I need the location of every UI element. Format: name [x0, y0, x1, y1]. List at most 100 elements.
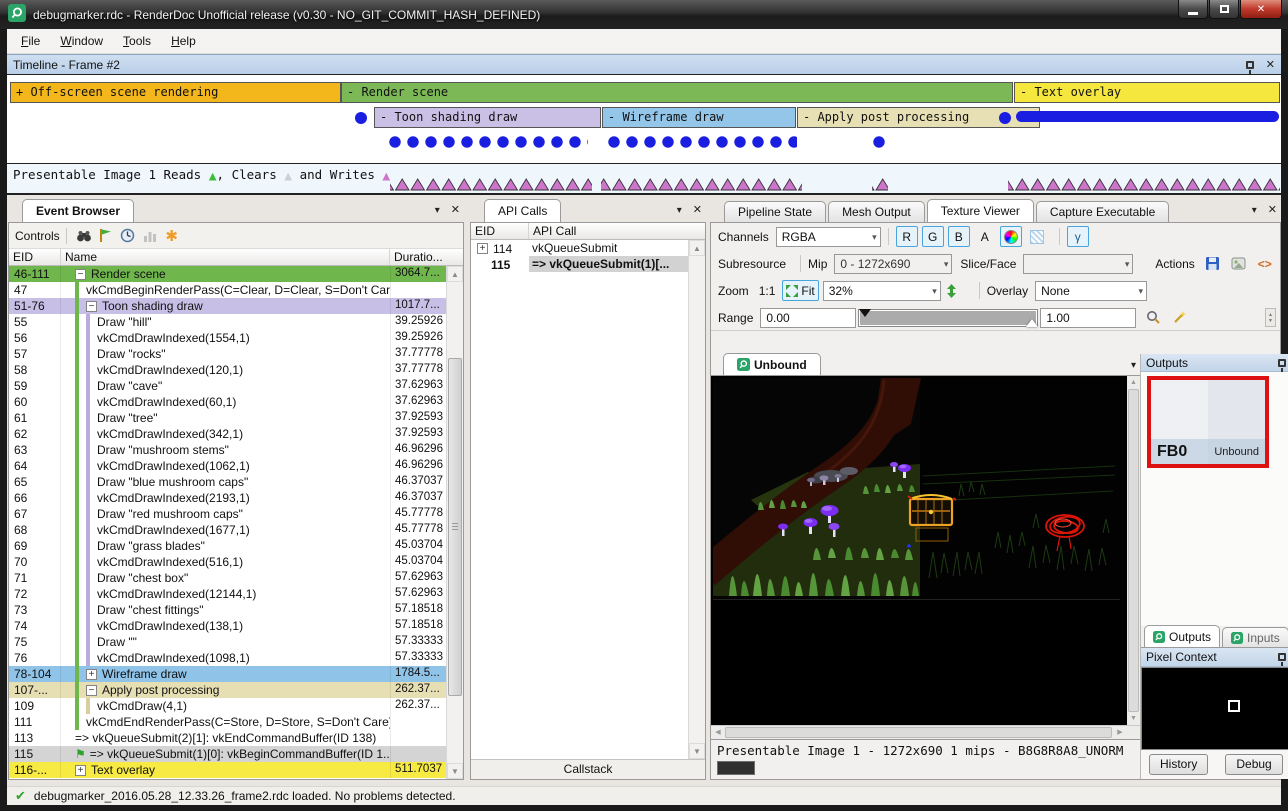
event-row[interactable]: 61 ⚑ Draw "tree" 37.92593 [9, 410, 446, 426]
event-row[interactable]: 56 ⚑ vkCmdDrawIndexed(1554,1) 39.25926 [9, 330, 446, 346]
gamma-toggle[interactable]: γ [1067, 226, 1089, 247]
timeline-bar-wireframe[interactable]: - Wireframe draw [602, 107, 796, 128]
tree-expander-icon[interactable]: + [477, 243, 488, 254]
timeline-bar-toon-shading[interactable]: - Toon shading draw [374, 107, 601, 128]
menu-file[interactable]: File [11, 30, 50, 52]
api-call-row-selected[interactable]: 115 => vkQueueSubmit(1)[... [471, 256, 705, 272]
minimize-button[interactable] [1178, 0, 1208, 19]
autofit-range-button[interactable] [1142, 307, 1164, 328]
alpha-channel-toggle[interactable]: A [974, 226, 996, 247]
timeline-panel[interactable]: + Off-screen scene rendering - Render sc… [7, 74, 1281, 195]
range-min-handle[interactable] [859, 309, 871, 317]
timeline-bar-text-overlay[interactable]: - Text overlay [1014, 82, 1280, 103]
history-button[interactable]: History [1149, 754, 1208, 775]
event-row[interactable]: 115 ⚑ => vkQueueSubmit(1)[0]: vkBeginCom… [9, 746, 446, 762]
blue-channel-toggle[interactable]: B [948, 226, 970, 247]
timeline-close-icon[interactable]: ✕ [1266, 58, 1275, 71]
scroll-up-icon[interactable]: ▲ [1127, 376, 1140, 389]
event-row[interactable]: 58 ⚑ vkCmdDrawIndexed(120,1) 37.77778 [9, 362, 446, 378]
scrollbar-thumb[interactable] [1128, 389, 1139, 712]
scrollbar-thumb[interactable] [448, 358, 462, 696]
scroll-up-icon[interactable]: ▲ [689, 240, 705, 256]
range-min-input[interactable]: 0.00 [760, 308, 856, 328]
event-browser-header[interactable]: EID Name Duratio... [9, 249, 463, 266]
timeline-bar-offscreen[interactable]: + Off-screen scene rendering [10, 82, 341, 103]
api-call-row[interactable]: + 114 vkQueueSubmit [471, 240, 705, 256]
pixel-context-view[interactable] [1141, 667, 1288, 750]
panel-close-icon[interactable]: ✕ [451, 204, 460, 216]
event-row[interactable]: 69 ⚑ Draw "grass blades" 45.03704 [9, 538, 446, 554]
overlay-select[interactable]: None ▾ [1035, 281, 1147, 301]
pin-icon[interactable] [1278, 359, 1286, 367]
column-eid[interactable]: EID [9, 249, 61, 265]
range-slider[interactable] [858, 309, 1038, 327]
tree-expander-icon[interactable]: − [75, 269, 86, 280]
event-row[interactable]: 71 ⚑ Draw "chest box" 57.62963 [9, 570, 446, 586]
tree-expander-icon[interactable]: − [86, 685, 97, 696]
tree-expander-icon[interactable]: + [75, 765, 86, 776]
fb0-thumbnail[interactable]: FB0 Unbound [1147, 376, 1269, 468]
event-row[interactable]: 47 ⚑ vkCmdBeginRenderPass(C=Clear, D=Cle… [9, 282, 446, 298]
texture-tab-unbound[interactable]: Unbound [723, 353, 821, 375]
zoom-fit-button[interactable]: Fit [782, 280, 818, 301]
event-browser-scrollbar[interactable]: ▲ ▼ [446, 266, 463, 779]
column-api-call[interactable]: API Call [529, 223, 705, 239]
event-row[interactable]: 59 ⚑ Draw "cave" 37.62963 [9, 378, 446, 394]
callstack-section[interactable]: Callstack [471, 759, 705, 779]
event-row[interactable]: 76 ⚑ vkCmdDrawIndexed(1098,1) 57.33333 [9, 650, 446, 666]
window-titlebar[interactable]: debugmarker.rdc - RenderDoc Unofficial r… [0, 0, 1288, 29]
find-event-button[interactable] [73, 226, 95, 246]
close-button[interactable]: ✕ [1240, 0, 1282, 19]
event-row[interactable]: 67 ⚑ Draw "red mushroom caps" 45.77778 [9, 506, 446, 522]
scrollbar-thumb[interactable] [725, 727, 1112, 738]
column-eid[interactable]: EID [471, 223, 529, 239]
event-row[interactable]: 60 ⚑ vkCmdDrawIndexed(60,1) 37.62963 [9, 394, 446, 410]
tab-api-calls[interactable]: API Calls [484, 199, 561, 222]
scroll-down-icon[interactable]: ▼ [689, 743, 705, 759]
menu-window[interactable]: Window [50, 30, 113, 52]
event-row[interactable]: 116-... + ⚑ Text overlay 511.7037 [9, 762, 446, 778]
column-name[interactable]: Name [61, 249, 390, 265]
tab-texture-viewer[interactable]: Texture Viewer [927, 199, 1034, 222]
tab-capture-executable[interactable]: Capture Executable [1036, 201, 1169, 222]
toolbar-overflow-button[interactable]: ▲▼ [1265, 308, 1276, 327]
event-row[interactable]: 65 ⚑ Draw "blue mushroom caps" 46.37037 [9, 474, 446, 490]
event-row[interactable]: 109 ⚑ vkCmdDraw(4,1) 262.37... [9, 698, 446, 714]
event-row[interactable]: 111 ⚑ vkCmdEndRenderPass(C=Store, D=Stor… [9, 714, 446, 730]
histogram-wand-button[interactable] [1168, 307, 1190, 328]
texture-horizontal-scrollbar[interactable]: ◀ ▶ [711, 725, 1140, 739]
scroll-left-icon[interactable]: ◀ [711, 726, 725, 739]
draw-dots-toon[interactable] [388, 136, 588, 149]
event-row[interactable]: 64 ⚑ vkCmdDrawIndexed(1062,1) 46.96296 [9, 458, 446, 474]
menu-help[interactable]: Help [161, 30, 206, 52]
panel-menu-icon[interactable]: ▾ [1252, 205, 1257, 216]
panel-menu-icon[interactable]: ▾ [435, 205, 440, 216]
slice-face-select[interactable]: ▾ [1023, 254, 1133, 274]
draw-dots-wireframe[interactable] [607, 136, 797, 149]
menu-tools[interactable]: Tools [113, 30, 161, 52]
color-wheel-toggle[interactable] [1000, 226, 1022, 247]
flip-y-button[interactable] [941, 280, 963, 301]
draw-dot-post[interactable] [872, 136, 890, 149]
alpha-background-toggle[interactable] [1026, 226, 1048, 247]
zoom-level-combo[interactable]: 32% ▾ [823, 281, 941, 301]
pin-icon[interactable] [1246, 61, 1254, 69]
red-channel-toggle[interactable]: R [896, 226, 918, 247]
green-channel-toggle[interactable]: G [922, 226, 944, 247]
view-code-button[interactable]: <> [1254, 253, 1276, 274]
event-row[interactable]: 107-... − ⚑ Apply post processing 262.37… [9, 682, 446, 698]
event-row[interactable]: 70 ⚑ vkCmdDrawIndexed(516,1) 45.03704 [9, 554, 446, 570]
tab-pipeline-state[interactable]: Pipeline State [724, 201, 826, 222]
api-calls-scrollbar[interactable]: ▲ ▼ [688, 240, 705, 759]
event-row[interactable]: 78-104 + ⚑ Wireframe draw 1784.5... [9, 666, 446, 682]
jump-to-eid-button[interactable] [95, 226, 117, 246]
scroll-right-icon[interactable]: ▶ [1113, 726, 1127, 739]
timeline-bar-render-scene[interactable]: - Render scene [341, 82, 1013, 103]
bookmark-button[interactable]: ✱ [161, 226, 183, 246]
event-row[interactable]: 73 ⚑ Draw "chest fittings" 57.18518 [9, 602, 446, 618]
texture-vertical-scrollbar[interactable]: ▲ ▼ [1127, 376, 1140, 725]
scroll-up-icon[interactable]: ▲ [447, 266, 463, 282]
pin-icon[interactable] [1278, 653, 1286, 661]
event-row[interactable]: 72 ⚑ vkCmdDrawIndexed(12144,1) 57.62963 [9, 586, 446, 602]
scroll-down-icon[interactable]: ▼ [447, 763, 463, 779]
